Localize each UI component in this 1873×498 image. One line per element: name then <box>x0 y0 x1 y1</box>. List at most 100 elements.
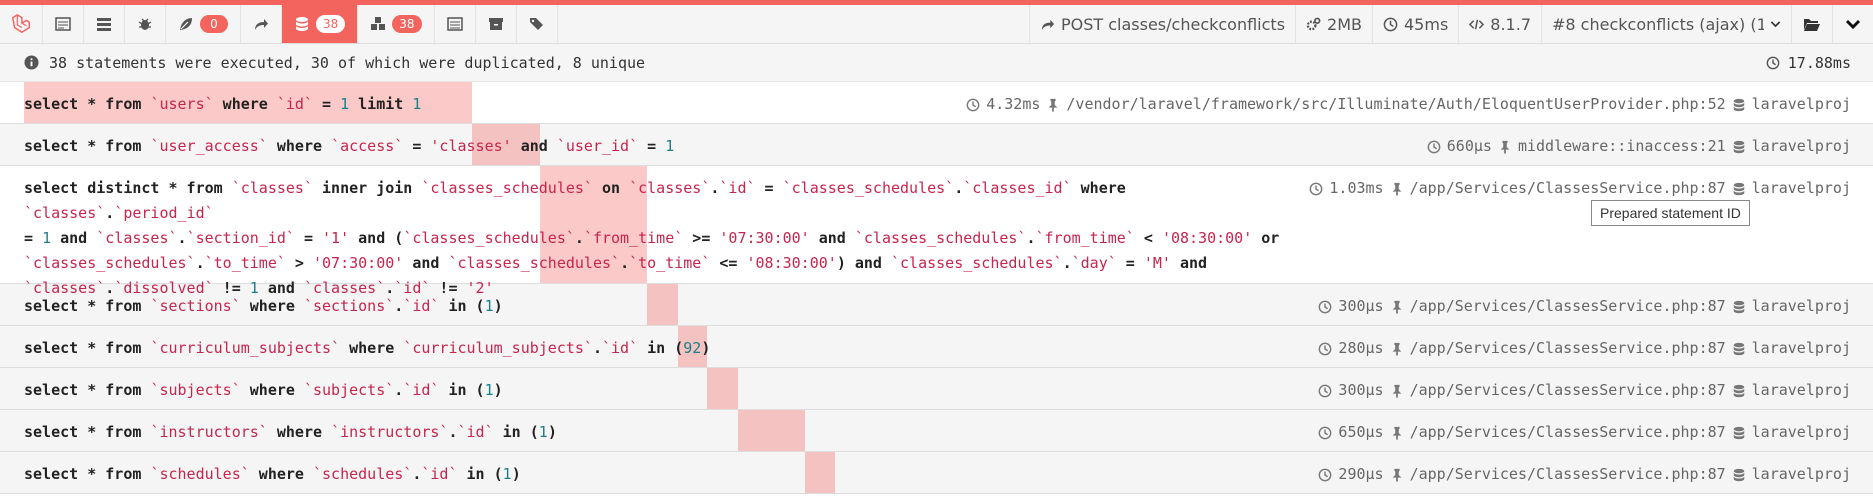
cubes-icon <box>371 17 386 30</box>
info-icon <box>24 55 39 70</box>
laravel-logo-icon[interactable] <box>0 5 43 43</box>
duration-indicator[interactable]: 45ms <box>1372 5 1458 43</box>
query-meta: 280μs /app/Services/ClassesService.php:8… <box>1318 336 1851 361</box>
query-row[interactable]: select * from `schedules` where `schedul… <box>0 452 1873 494</box>
clock-icon <box>1319 468 1332 481</box>
query-connection: laravelproj <box>1751 465 1851 483</box>
code-icon <box>1469 19 1485 29</box>
database-icon <box>1733 140 1744 153</box>
php-version-label: 8.1.7 <box>1490 14 1531 34</box>
request-select[interactable]: #8 checkconflicts (ajax) (11: <box>1541 5 1791 43</box>
clock-icon <box>966 98 980 111</box>
query-sql-continued: = 1 and `classes`.`section_id` = '1' and… <box>24 229 1280 297</box>
database-icon <box>1733 468 1744 481</box>
database-icon <box>1733 426 1744 439</box>
query-source[interactable]: /app/Services/ClassesService.php:87 <box>1410 378 1726 403</box>
tab-views[interactable]: 0 <box>166 5 241 43</box>
query-meta: 660μs middleware::inaccess:21 laravelpro… <box>1427 134 1851 159</box>
clock-icon <box>1383 17 1398 31</box>
tags-icon <box>529 18 543 30</box>
query-source[interactable]: middleware::inaccess:21 <box>1518 134 1726 159</box>
open-history-button[interactable] <box>1791 5 1832 43</box>
exceptions-badge: 0 <box>200 15 228 33</box>
tab-session[interactable] <box>476 5 517 43</box>
bug-icon <box>138 18 152 30</box>
memory-indicator[interactable]: 2MB <box>1295 5 1372 43</box>
query-duration: 300μs <box>1338 381 1384 399</box>
route-icon <box>255 19 268 30</box>
clock-icon <box>1766 56 1780 69</box>
tab-events[interactable] <box>517 5 558 43</box>
query-row[interactable]: select * from `subjects` where `subjects… <box>0 368 1873 410</box>
tab-messages[interactable] <box>43 5 84 43</box>
tab-queries[interactable]: 38 <box>282 5 359 43</box>
clock-icon <box>1310 182 1323 195</box>
database-icon <box>1733 342 1744 355</box>
tab-route[interactable] <box>241 5 282 43</box>
tab-exceptions[interactable] <box>125 5 166 43</box>
pin-icon <box>1392 300 1401 314</box>
query-connection: laravelproj <box>1751 381 1851 399</box>
database-icon <box>296 17 308 31</box>
pin-icon <box>1392 468 1401 482</box>
query-connection: laravelproj <box>1751 95 1851 113</box>
gear-icon <box>1306 17 1321 30</box>
clock-icon <box>1427 140 1441 153</box>
tab-timeline[interactable] <box>84 5 125 43</box>
request-select-value: #8 checkconflicts (ajax) (11: <box>1552 14 1764 34</box>
archive-icon <box>488 18 503 30</box>
query-source[interactable]: /app/Services/ClassesService.php:87 <box>1410 336 1726 361</box>
database-icon <box>1733 98 1744 111</box>
models-badge: 38 <box>392 15 422 33</box>
route-indicator[interactable]: POST classes/checkconflicts <box>1028 5 1295 43</box>
query-connection: laravelproj <box>1751 179 1851 197</box>
query-meta: 1.03ms /app/Services/ClassesService.php:… <box>1309 176 1851 201</box>
php-version-indicator[interactable]: 8.1.7 <box>1458 5 1541 43</box>
clock-icon <box>1319 342 1332 355</box>
query-connection: laravelproj <box>1751 137 1851 155</box>
messages-icon <box>55 17 71 31</box>
queries-status-bar: 38 statements were executed, 30 of which… <box>0 44 1873 82</box>
query-row[interactable]: select * from `instructors` where `instr… <box>0 410 1873 452</box>
query-source[interactable]: /vendor/laravel/framework/src/Illuminate… <box>1066 92 1725 117</box>
query-duration: 660μs <box>1446 137 1492 155</box>
query-row[interactable]: select * from `users` where `id` = 1 lim… <box>0 82 1873 124</box>
pin-icon <box>1392 182 1401 196</box>
chevron-down-icon <box>1770 21 1781 28</box>
pin-icon <box>1392 384 1401 398</box>
leaf-icon <box>180 18 192 30</box>
tab-models[interactable]: 38 <box>358 5 435 43</box>
query-row[interactable]: select * from `user_access` where `acces… <box>0 124 1873 166</box>
pin-icon <box>1392 426 1401 440</box>
query-source[interactable]: /app/Services/ClassesService.php:87 <box>1410 420 1726 445</box>
query-connection: laravelproj <box>1751 423 1851 441</box>
query-row[interactable]: select * from `curriculum_subjects` wher… <box>0 326 1873 368</box>
query-meta: 4.32ms /vendor/laravel/framework/src/Ill… <box>966 92 1851 117</box>
pin-icon <box>1500 140 1510 154</box>
queries-list: select * from `users` where `id` = 1 lim… <box>0 82 1873 494</box>
query-meta: 290μs /app/Services/ClassesService.php:8… <box>1318 462 1851 487</box>
query-source[interactable]: /app/Services/ClassesService.php:87 <box>1410 462 1726 487</box>
query-duration: 1.03ms <box>1329 179 1384 197</box>
pin-icon <box>1392 342 1401 356</box>
minimize-button[interactable] <box>1832 5 1873 43</box>
route-label: POST classes/checkconflicts <box>1060 14 1286 34</box>
query-connection: laravelproj <box>1751 339 1851 357</box>
clock-icon <box>1319 384 1332 397</box>
database-icon <box>1733 384 1744 397</box>
query-meta: 300μs /app/Services/ClassesService.php:8… <box>1318 294 1851 319</box>
query-source[interactable]: /app/Services/ClassesService.php:87 <box>1410 176 1726 201</box>
query-duration: 300μs <box>1338 297 1384 315</box>
query-connection: laravelproj <box>1751 297 1851 315</box>
prepared-statement-tooltip: Prepared statement ID <box>1591 200 1750 226</box>
query-duration: 290μs <box>1338 465 1384 483</box>
timeline-icon <box>97 18 111 31</box>
query-source[interactable]: /app/Services/ClassesService.php:87 <box>1410 294 1726 319</box>
queries-total-time: 17.88ms <box>1787 53 1851 72</box>
tab-request[interactable] <box>435 5 476 43</box>
route-icon <box>1041 19 1055 30</box>
debugbar-toolbar: 0 38 38 POST classes/checkconflicts 2MB … <box>0 5 1873 44</box>
queries-badge: 38 <box>316 15 346 33</box>
query-duration: 4.32ms <box>986 95 1041 113</box>
query-meta: 300μs /app/Services/ClassesService.php:8… <box>1318 378 1851 403</box>
